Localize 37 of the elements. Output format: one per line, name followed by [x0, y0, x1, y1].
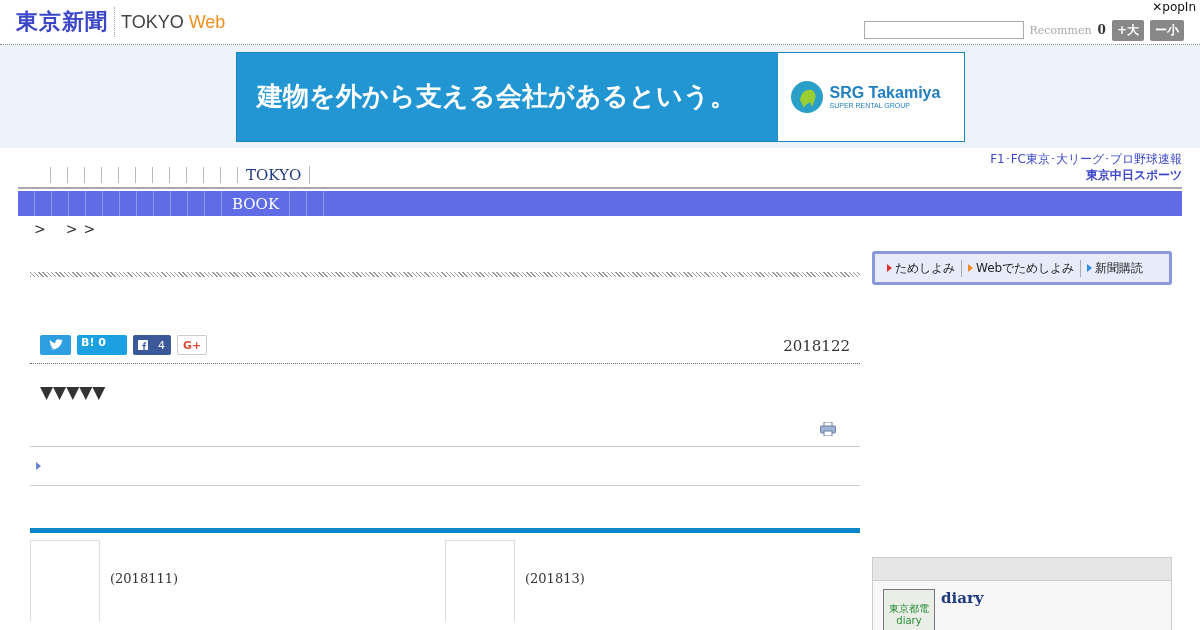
- recommend-label: Recommen: [1029, 23, 1092, 37]
- ad-brand: SRG Takamiya: [829, 84, 941, 102]
- diary-thumbnail[interactable]: 東京都電 diary: [883, 589, 935, 630]
- popin-close-link[interactable]: ✕popIn: [1152, 0, 1196, 14]
- trial-link[interactable]: Webでためしよみ: [962, 259, 1082, 277]
- thumbnail-caption: 東京都電: [889, 603, 929, 615]
- sports-link[interactable]: 東京中日スポーツ: [1086, 167, 1182, 184]
- diary-link[interactable]: diary: [941, 589, 984, 630]
- font-size-button[interactable]: ー小: [1150, 19, 1184, 41]
- trial-link[interactable]: 新聞購読: [1081, 259, 1150, 277]
- font-size-button[interactable]: +大: [1111, 19, 1144, 41]
- search-field[interactable]: [863, 21, 1024, 39]
- breadcrumb-separator: >: [34, 221, 46, 239]
- breadcrumb-separator: >: [83, 221, 96, 239]
- printer-icon[interactable]: [820, 422, 836, 436]
- sports-caption: F1･FC東京･大リーグ･プロ野球速報: [990, 152, 1182, 167]
- trial-link[interactable]: ためしよみ: [881, 259, 962, 277]
- related-date: (2018111): [110, 571, 179, 586]
- related-date: (201813): [525, 571, 585, 586]
- thumbnail-frame[interactable]: [30, 540, 100, 621]
- thumbnail-word: diary: [896, 615, 922, 627]
- triangle-bullet-icon: [36, 462, 41, 470]
- twitter-share-button[interactable]: [40, 335, 71, 355]
- newspaper-logo[interactable]: 東京新聞: [16, 7, 115, 37]
- google-plus-button[interactable]: G+: [177, 335, 207, 355]
- nav-link[interactable]: TOKYO: [238, 166, 311, 184]
- thumbnail-frame[interactable]: [445, 540, 515, 621]
- count-label: 0: [1097, 23, 1106, 37]
- menu-item[interactable]: BOOK: [222, 191, 291, 216]
- ad-headline: 建物を外から支える会社があるという。: [255, 80, 737, 113]
- breadcrumb-separator: >: [65, 221, 78, 239]
- facebook-share-button[interactable]: 4: [133, 335, 171, 355]
- article-date: 2018122: [783, 337, 850, 355]
- triangle-marks: ▼▼▼▼▼: [40, 382, 107, 402]
- facebook-icon: [138, 339, 148, 351]
- bird-icon: [48, 339, 63, 351]
- site-name[interactable]: TOKYO Web: [121, 11, 226, 33]
